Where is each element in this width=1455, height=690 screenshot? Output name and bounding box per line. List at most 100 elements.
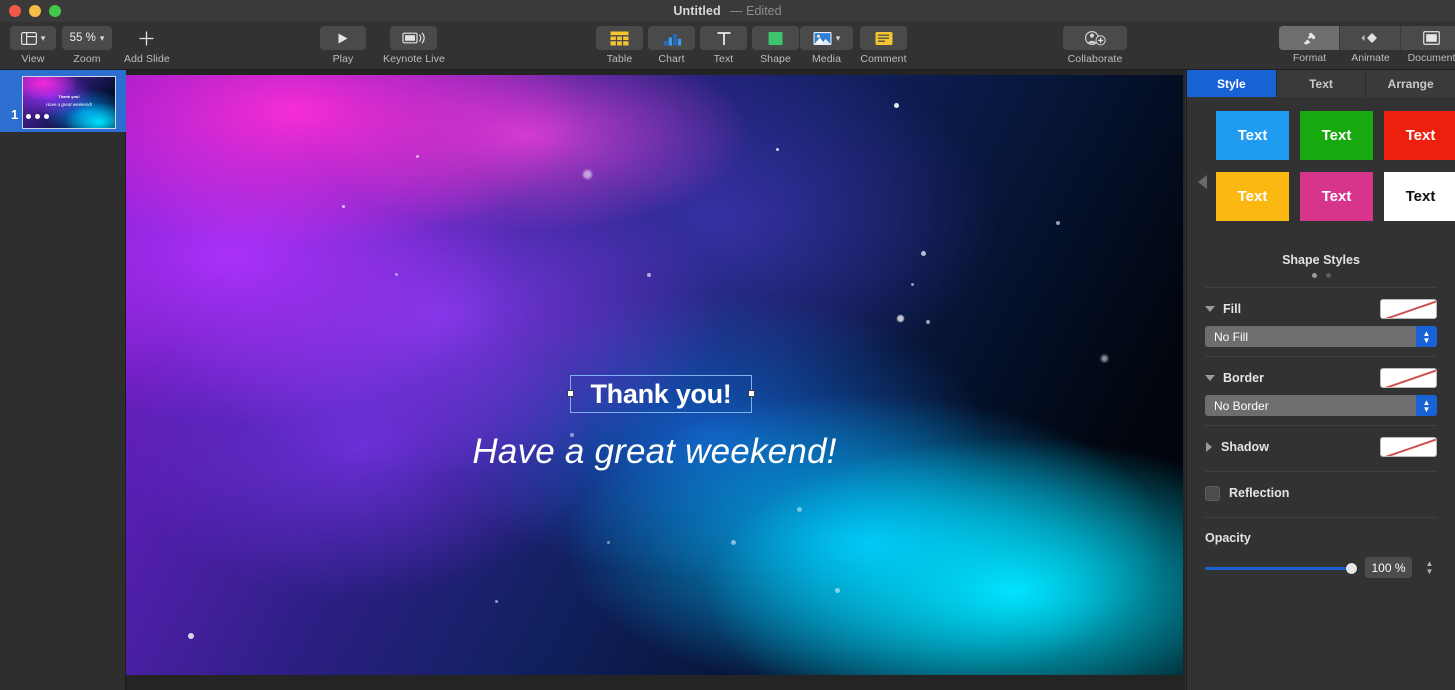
plus-icon xyxy=(138,30,155,47)
table-button[interactable]: Table xyxy=(596,26,643,65)
tab-text[interactable]: Text xyxy=(1277,70,1367,97)
shape-styles-page-dots[interactable] xyxy=(1187,273,1455,278)
fill-select-value: No Fill xyxy=(1205,330,1248,344)
reflection-label: Reflection xyxy=(1229,486,1437,500)
text-button[interactable]: Text xyxy=(700,26,747,65)
shape-style-label: Text xyxy=(1406,188,1436,205)
document-title-group: Untitled — Edited xyxy=(673,2,781,20)
shape-style-swatch[interactable]: Text xyxy=(1384,111,1455,160)
shape-style-swatch[interactable]: Text xyxy=(1300,172,1373,221)
reflection-row[interactable]: Reflection xyxy=(1187,478,1455,508)
shadow-row: Shadow xyxy=(1187,432,1455,462)
slide-thumbnail[interactable]: Thank you! Have a great weekend! xyxy=(22,76,116,129)
chart-button[interactable]: Chart xyxy=(648,26,695,65)
shadow-disclosure-triangle-icon[interactable] xyxy=(1206,442,1212,452)
slide-navigator[interactable]: 1 Thank you! Have a great weekend! xyxy=(0,70,126,690)
zoom-label: Zoom xyxy=(73,53,100,65)
animate-toggle-button[interactable] xyxy=(1340,26,1401,50)
chevron-down-icon: ▾ xyxy=(41,34,46,43)
fill-disclosure-triangle-icon[interactable] xyxy=(1205,306,1215,312)
right-middle-handle[interactable] xyxy=(748,390,755,397)
play-label: Play xyxy=(333,53,354,65)
document-rect-icon xyxy=(1423,31,1440,45)
document-label: Document xyxy=(1401,52,1455,64)
inspector-toggle-labels: Format Animate Document xyxy=(1279,52,1455,64)
shape-style-swatch[interactable]: Text xyxy=(1384,172,1455,221)
shape-style-swatch[interactable]: Text xyxy=(1216,172,1289,221)
title-bar: Untitled — Edited xyxy=(0,0,1455,22)
tab-arrange[interactable]: Arrange xyxy=(1366,70,1455,97)
shape-styles-grid: Text Text Text Text Text Text xyxy=(1216,111,1455,221)
border-select-stepper-icon[interactable]: ▲▼ xyxy=(1416,395,1437,416)
shape-style-label: Text xyxy=(1322,127,1352,144)
page-dot-2[interactable] xyxy=(1326,273,1331,278)
slide-canvas[interactable]: Thank you! Have a great weekend! xyxy=(126,75,1183,675)
fill-row: Fill xyxy=(1187,294,1455,324)
add-slide-button[interactable]: Add Slide xyxy=(124,26,170,65)
format-inspector-panel: Style Text Arrange Text Text Text Text T… xyxy=(1186,70,1455,690)
media-button[interactable]: ▾ Media xyxy=(800,26,853,65)
zoom-button[interactable]: 55 % ▾ Zoom xyxy=(62,26,112,65)
comment-button[interactable]: Comment xyxy=(860,26,907,65)
build-dot xyxy=(35,114,40,119)
subtitle-text[interactable]: Have a great weekend! xyxy=(126,432,1183,472)
document-toggle-button[interactable] xyxy=(1401,26,1455,50)
opacity-controls: 100 % ▲▼ xyxy=(1205,557,1437,578)
title-text-box[interactable]: Thank you! xyxy=(570,375,752,413)
left-middle-handle[interactable] xyxy=(567,390,574,397)
format-toggle-button[interactable] xyxy=(1279,26,1340,50)
comment-label: Comment xyxy=(860,53,906,65)
maximize-button[interactable] xyxy=(49,5,61,17)
media-photo-icon xyxy=(813,31,832,46)
opacity-slider-knob[interactable] xyxy=(1346,563,1357,574)
slide-canvas-area[interactable]: Thank you! Have a great weekend! xyxy=(126,70,1185,690)
slide-number: 1 xyxy=(11,107,18,122)
collaborate-button[interactable]: Collaborate xyxy=(1063,26,1127,65)
collaborate-person-plus-icon xyxy=(1083,30,1107,46)
document-edited-status: — Edited xyxy=(730,4,781,18)
no-fill-swatch[interactable] xyxy=(1380,299,1437,319)
reflection-checkbox[interactable] xyxy=(1205,486,1220,501)
view-button[interactable]: ▾ View xyxy=(10,26,56,65)
border-select[interactable]: No Border ▲▼ xyxy=(1205,395,1437,416)
no-border-swatch[interactable] xyxy=(1380,368,1437,388)
opacity-slider[interactable] xyxy=(1205,561,1355,575)
keynote-live-button[interactable]: Keynote Live xyxy=(383,26,445,65)
prev-styles-arrow[interactable] xyxy=(1198,175,1207,189)
format-paintbrush-icon xyxy=(1300,31,1319,46)
page-dot-1[interactable] xyxy=(1312,273,1317,278)
collaborate-label: Collaborate xyxy=(1068,53,1123,65)
divider xyxy=(1205,287,1437,288)
opacity-slider-fill xyxy=(1205,567,1355,570)
shape-style-swatch[interactable]: Text xyxy=(1216,111,1289,160)
play-triangle-icon xyxy=(336,32,350,45)
slide-navigator-item-1[interactable]: 1 Thank you! Have a great weekend! xyxy=(0,70,126,132)
minimize-button[interactable] xyxy=(29,5,41,17)
build-dot xyxy=(44,114,49,119)
fill-select-wrap: No Fill ▲▼ xyxy=(1187,326,1455,347)
media-label: Media xyxy=(812,53,841,65)
table-label: Table xyxy=(607,53,633,65)
tab-style[interactable]: Style xyxy=(1187,70,1277,97)
shape-button[interactable]: Shape xyxy=(752,26,799,65)
border-select-wrap: No Border ▲▼ xyxy=(1187,395,1455,416)
fill-select-stepper-icon[interactable]: ▲▼ xyxy=(1416,326,1437,347)
close-button[interactable] xyxy=(9,5,21,17)
border-label: Border xyxy=(1223,371,1380,385)
opacity-section: Opacity 100 % ▲▼ xyxy=(1187,531,1455,578)
view-label: View xyxy=(22,53,45,65)
shape-style-swatch[interactable]: Text xyxy=(1300,111,1373,160)
fill-select[interactable]: No Fill ▲▼ xyxy=(1205,326,1437,347)
shadow-label: Shadow xyxy=(1221,440,1380,454)
shape-square-icon xyxy=(768,31,783,46)
divider xyxy=(1205,425,1437,426)
border-disclosure-triangle-icon[interactable] xyxy=(1205,375,1215,381)
opacity-stepper-icon[interactable]: ▲▼ xyxy=(1422,557,1437,578)
opacity-value-field[interactable]: 100 % xyxy=(1365,557,1412,578)
no-shadow-swatch[interactable] xyxy=(1380,437,1437,457)
play-button[interactable]: Play xyxy=(320,26,366,65)
text-label: Text xyxy=(714,53,734,65)
fill-label: Fill xyxy=(1223,302,1380,316)
thumbnail-title: Thank you! xyxy=(23,94,115,99)
table-icon xyxy=(610,31,629,46)
